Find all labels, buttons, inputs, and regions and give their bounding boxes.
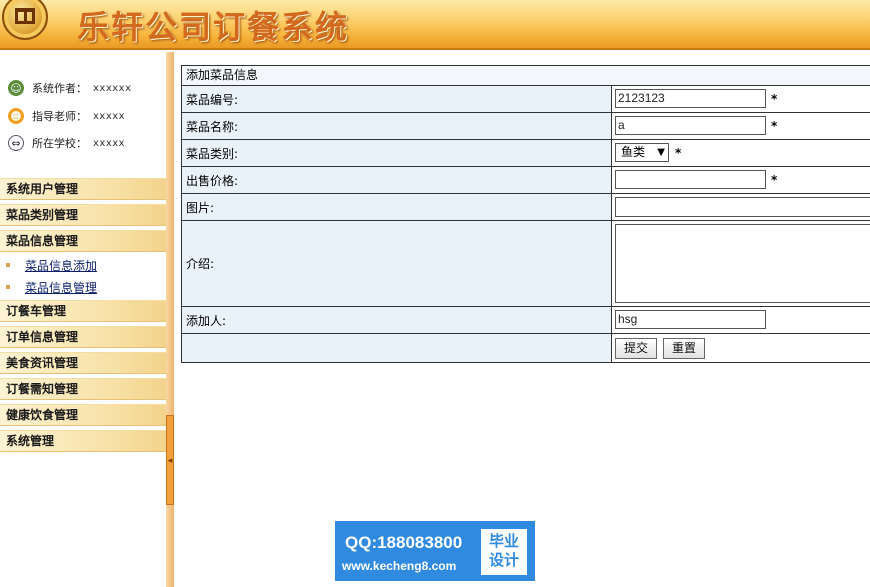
logo-icon (2, 0, 48, 40)
teacher-icon: ☻ (8, 108, 24, 124)
added-by-label: 添加人: (182, 307, 612, 333)
school-label: 所在学校： (32, 137, 87, 150)
teacher-label: 指导老师： (32, 110, 87, 123)
menu-order-info[interactable]: 订单信息管理 (0, 326, 166, 348)
row-intro: 介绍: (182, 221, 870, 307)
dish-name-input[interactable]: a (615, 116, 766, 135)
menu-order-cart[interactable]: 订餐车管理 (0, 300, 166, 322)
submenu-item-manage-dish[interactable]: 菜品信息管理 (0, 277, 166, 297)
intro-textarea[interactable] (615, 224, 870, 303)
menu-system-users[interactable]: 系统用户管理 (0, 178, 166, 200)
image-label: 图片: (182, 194, 612, 220)
row-added-by: 添加人: hsg (182, 307, 870, 334)
teacher-info: ☻ 指导老师： xxxxx (8, 107, 125, 125)
menu-dish-info[interactable]: 菜品信息管理 (0, 230, 166, 252)
school-info: ⇔ 所在学校： xxxxx (8, 134, 125, 152)
image-input[interactable] (615, 197, 870, 217)
menu-system-admin[interactable]: 系统管理 (0, 430, 166, 452)
price-label: 出售价格: (182, 167, 612, 193)
menu-healthy-diet[interactable]: 健康饮食管理 (0, 404, 166, 426)
intro-label: 介绍: (182, 221, 612, 306)
author-value: xxxxxx (93, 82, 132, 94)
sidebar-collapse-handle[interactable]: ◂ (166, 415, 174, 505)
row-category: 菜品类别: 鱼类 ▼ * (182, 140, 870, 167)
school-value: xxxxx (93, 137, 126, 149)
school-icon: ⇔ (8, 135, 24, 151)
category-select[interactable]: 鱼类 ▼ (615, 143, 669, 162)
required-mark: * (771, 119, 778, 133)
category-label: 菜品类别: (182, 140, 612, 166)
submit-button[interactable]: 提交 (615, 338, 657, 359)
teacher-value: xxxxx (93, 110, 126, 122)
watermark-banner: QQ:188083800 www.kecheng8.com 毕业 设计 (335, 521, 535, 581)
sidebar-divider (166, 52, 174, 587)
watermark-badge-line1: 毕业 (488, 532, 519, 550)
watermark-url: www.kecheng8.com (342, 559, 457, 573)
user-group-icon: ☺ (8, 80, 24, 96)
add-dish-link[interactable]: 菜品信息添加 (25, 257, 97, 274)
author-info: ☺ 系统作者： xxxxxx (8, 79, 132, 97)
added-by-input[interactable]: hsg (615, 310, 766, 329)
row-image: 图片: (182, 194, 870, 221)
category-selected-value: 鱼类 (621, 145, 646, 159)
watermark-badge: 毕业 设计 (481, 529, 527, 575)
chevron-down-icon: ▼ (657, 147, 665, 158)
bullet-icon (6, 285, 10, 289)
submenu-item-add-dish[interactable]: 菜品信息添加 (0, 255, 166, 275)
required-mark: * (771, 173, 778, 187)
dish-no-input[interactable]: 2123123 (615, 89, 766, 108)
menu-dish-category[interactable]: 菜品类别管理 (0, 204, 166, 226)
add-dish-form: 添加菜品信息 菜品编号: 2123123 * 菜品名称: a * 菜品类别: 鱼… (181, 65, 870, 363)
app-header: 乐轩公司订餐系统 (0, 0, 870, 50)
author-label: 系统作者： (32, 82, 87, 95)
row-buttons: 提交 重置 (182, 334, 870, 362)
required-mark: * (771, 92, 778, 106)
watermark-badge-line2: 设计 (488, 551, 519, 569)
dish-name-label: 菜品名称: (182, 113, 612, 139)
price-input[interactable] (615, 170, 766, 189)
row-dish-name: 菜品名称: a * (182, 113, 870, 140)
app-title: 乐轩公司订餐系统 (77, 8, 350, 46)
dish-no-label: 菜品编号: (182, 86, 612, 112)
row-dish-no: 菜品编号: 2123123 * (182, 86, 870, 113)
menu-food-news[interactable]: 美食资讯管理 (0, 352, 166, 374)
menu-order-notice[interactable]: 订餐需知管理 (0, 378, 166, 400)
bullet-icon (6, 263, 10, 267)
form-caption: 添加菜品信息 (182, 66, 870, 86)
required-mark: * (675, 146, 682, 160)
row-price: 出售价格: * (182, 167, 870, 194)
watermark-qq: QQ:188083800 (345, 533, 463, 552)
reset-button[interactable]: 重置 (663, 338, 705, 359)
manage-dish-link[interactable]: 菜品信息管理 (25, 279, 97, 296)
